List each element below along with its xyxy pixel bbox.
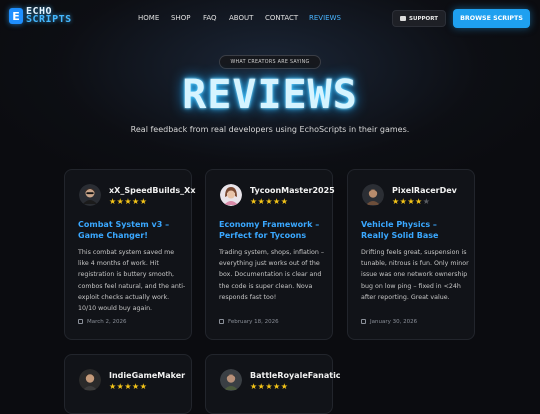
star-rating: ★★★★★ [109,382,147,391]
avatar [79,369,101,391]
avatar [220,369,242,391]
browse-scripts-button[interactable]: BROWSE SCRIPTS [453,9,530,28]
review-date-text: February 18, 2026 [228,319,279,325]
section-eyebrow: WHAT CREATORS ARE SAYING [219,55,321,69]
review-card: xX_SpeedBuilds_Xx ★★★★★ Combat System v3… [64,169,196,340]
star-filled-icon: ★ [132,382,140,391]
star-filled-icon: ★ [265,382,274,391]
review-title: Vehicle Physics – Really Solid Base [361,220,439,240]
avatar [362,184,384,206]
nav-item-contact[interactable]: CONTACT [265,14,298,22]
star-filled-icon: ★ [273,197,281,206]
avatar [220,184,242,206]
star-filled-icon: ★ [250,382,258,391]
star-rating: ★★★★★ [250,197,288,206]
nav-item-reviews[interactable]: REVIEWS [309,14,341,22]
calendar-icon [361,319,366,324]
star-filled-icon: ★ [124,197,133,206]
logo-text: ECHO SCRIPTS [26,7,72,25]
star-filled-icon: ★ [392,197,400,206]
support-label: SUPPORT [409,15,438,22]
reviewer-name: xX_SpeedBuilds_Xx [109,186,196,195]
star-filled-icon: ★ [124,382,133,391]
star-rating: ★★★★★ [250,382,288,391]
nav-item-home[interactable]: HOME [138,14,159,22]
reviewer-name: BattleRoyaleFanatic [250,371,341,380]
star-filled-icon: ★ [139,197,148,206]
reviewer-name: IndieGameMaker [109,371,186,380]
logo-line-2: SCRIPTS [26,14,72,25]
review-date: January 30, 2026 [361,319,417,325]
star-filled-icon: ★ [265,197,274,206]
review-body: Trading system, shops, inflation – every… [219,249,325,301]
logo[interactable]: E ECHO SCRIPTS [9,7,72,25]
nav-item-about[interactable]: ABOUT [229,14,253,22]
review-card: IndieGameMaker ★★★★★ [64,354,192,414]
review-date-text: March 2, 2026 [87,319,127,325]
reviewer-name: PixelRacerDev [392,186,457,195]
star-filled-icon: ★ [407,197,416,206]
star-filled-icon: ★ [280,197,289,206]
review-card: BattleRoyaleFanatic ★★★★★ [205,354,341,414]
logo-mark-icon: E [9,8,23,24]
review-date-text: January 30, 2026 [370,319,418,325]
review-date: March 2, 2026 [78,319,127,325]
review-body: Drifting feels great, suspension is tuna… [361,249,469,301]
star-filled-icon: ★ [273,382,281,391]
review-body: This combat system saved me like 4 month… [78,249,186,313]
page-title: REVIEWS [182,72,358,118]
top-navigation: E ECHO SCRIPTS HOME SHOP FAQ ABOUT CONTA… [0,0,540,38]
support-button[interactable]: SUPPORT [392,10,446,27]
review-card: PixelRacerDev ★★★★★ Vehicle Physics – Re… [347,169,475,340]
calendar-icon [78,319,83,324]
review-title: Economy Framework – Perfect for Tycoons [219,220,320,240]
avatar [79,184,101,206]
nav-item-shop[interactable]: SHOP [171,14,190,22]
star-filled-icon: ★ [250,197,258,206]
review-date: February 18, 2026 [219,319,279,325]
review-card: TycoonMaster2025 ★★★★★ Economy Framework… [205,169,335,340]
star-filled-icon: ★ [132,197,140,206]
star-filled-icon: ★ [280,382,289,391]
reviewer-name: TycoonMaster2025 [250,186,335,195]
star-rating: ★★★★★ [392,197,430,206]
review-title: Combat System v3 – Game Changer! [78,220,170,240]
star-empty-icon: ★ [422,197,431,206]
calendar-icon [219,319,224,324]
nav-item-faq[interactable]: FAQ [203,14,217,22]
star-filled-icon: ★ [415,197,423,206]
star-rating: ★★★★★ [109,197,147,206]
page-subtitle: Real feedback from real developers using… [130,125,410,134]
ticket-icon [400,16,407,21]
star-filled-icon: ★ [109,197,117,206]
star-filled-icon: ★ [139,382,148,391]
star-filled-icon: ★ [109,382,117,391]
